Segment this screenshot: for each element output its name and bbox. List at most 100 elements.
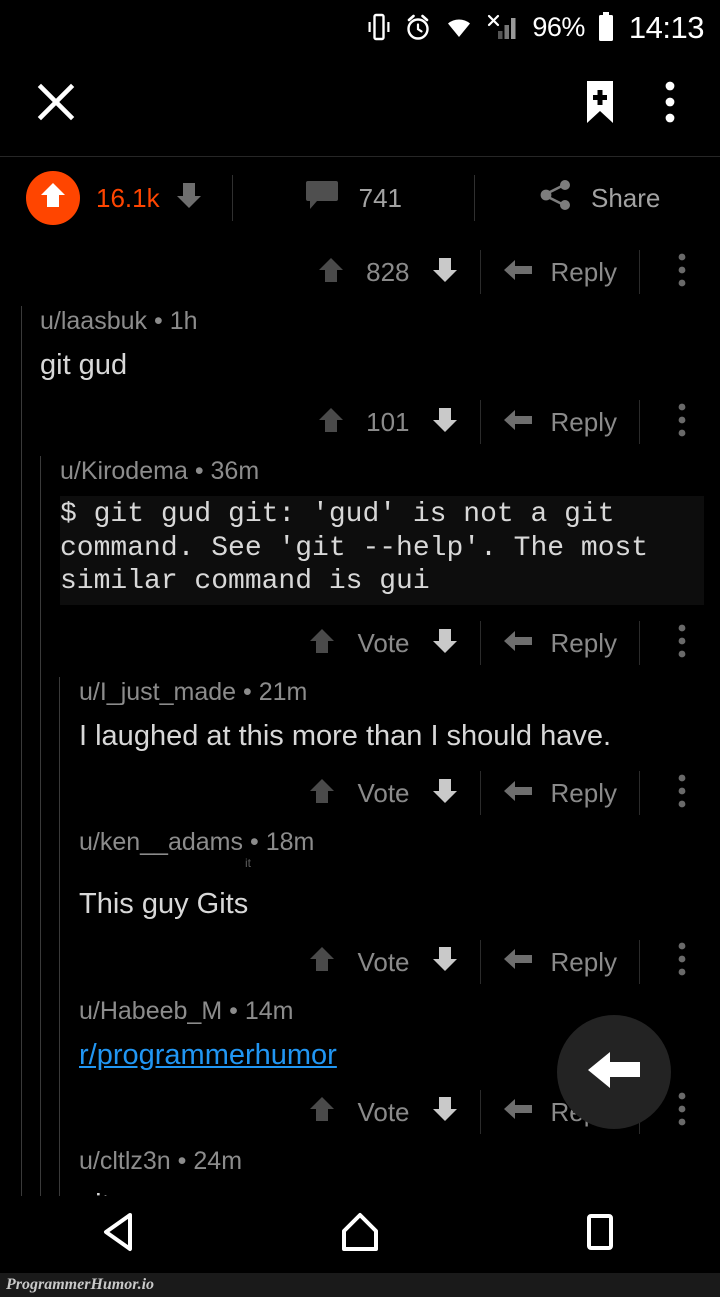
overflow-menu-icon — [678, 624, 686, 663]
status-bar: 96% 14:13 — [0, 0, 720, 54]
comment-meta: u/Kirodema • 36m — [60, 456, 704, 496]
meta-separator: • — [243, 678, 252, 707]
comment-text: git gud — [40, 349, 128, 381]
downvote-button[interactable] — [432, 777, 458, 810]
comment-actions-row: 828 Reply — [0, 238, 720, 306]
close-button[interactable] — [28, 76, 84, 132]
overflow-menu-icon — [678, 403, 686, 442]
toolbar-overflow-button[interactable] — [642, 76, 698, 132]
upvote-button[interactable] — [309, 777, 335, 810]
reply-button[interactable]: Reply — [503, 407, 617, 438]
vibrate-icon — [366, 12, 392, 42]
upvote-button[interactable] — [318, 256, 344, 289]
alarm-icon — [404, 12, 432, 42]
comment-meta: u/laasbuk • 1h — [40, 306, 700, 346]
comment-score: 828 — [366, 257, 410, 287]
reply-arrow-icon — [503, 946, 533, 977]
comment-age: 1h — [169, 307, 198, 335]
comment-author[interactable]: u/I_just_made — [79, 678, 236, 706]
save-post-button[interactable] — [572, 76, 628, 132]
comment-body: u/I_just_made • 21m I laughed at this mo… — [0, 677, 720, 759]
comment-age: 36m — [210, 457, 260, 486]
vote-group: Vote — [309, 627, 457, 660]
comment-author[interactable]: u/ken__adams — [79, 828, 243, 856]
post-upvote-button[interactable] — [26, 170, 80, 225]
comment-overflow-button[interactable] — [662, 1092, 702, 1131]
comment-overflow-button[interactable] — [662, 774, 702, 813]
comment-age: 24m — [193, 1146, 243, 1175]
comment-score[interactable]: Vote — [357, 1099, 409, 1125]
comment-score[interactable]: Vote — [357, 630, 409, 656]
action-divider — [639, 621, 640, 666]
app-toolbar — [0, 54, 720, 154]
nav-home-button[interactable] — [240, 1210, 480, 1259]
reply-button[interactable]: Reply — [503, 946, 617, 977]
cell-signal-no-service-icon — [486, 13, 520, 41]
post-action-bar: 16.1k 741 Share — [0, 156, 720, 238]
comment-item[interactable]: u/laasbuk • 1h git gud 101 Reply — [0, 306, 720, 457]
comment-body: u/laasbuk • 1h git gud — [0, 306, 720, 388]
downvote-button[interactable] — [432, 406, 458, 439]
comment-overflow-button[interactable] — [662, 253, 702, 292]
downvote-button[interactable] — [432, 945, 458, 978]
downvote-button[interactable] — [432, 1095, 458, 1128]
comment-author[interactable]: u/laasbuk — [40, 307, 147, 335]
comment-item[interactable]: u/I_just_made • 21m I laughed at this mo… — [0, 677, 720, 828]
comment-bubble-icon — [305, 179, 339, 216]
post-share-button[interactable]: Share — [539, 157, 660, 238]
action-divider — [479, 771, 481, 816]
comment-item[interactable]: u/ken__adams • 18m it This guy Gits Vote — [0, 827, 720, 996]
meta-separator: • — [249, 828, 259, 857]
action-divider — [479, 1089, 481, 1134]
comment-meta: u/ken__adams • 18m — [79, 827, 704, 867]
subreddit-link[interactable]: r/programmerhumor — [79, 1039, 337, 1071]
comment-overflow-button[interactable] — [662, 942, 702, 981]
comment-code-block: $ git gud git: 'gud' is not a git comman… — [60, 496, 704, 606]
share-icon — [539, 179, 573, 216]
comment-author[interactable]: u/cltlz3n — [79, 1147, 171, 1175]
comment-item[interactable]: u/cltlz3n • 24m git gooey Vote — [0, 1145, 720, 1196]
nav-recents-button[interactable] — [480, 1210, 720, 1259]
vote-group: Vote — [309, 945, 457, 978]
post-comments-button[interactable]: 741 — [305, 157, 402, 238]
upvote-button[interactable] — [309, 1095, 335, 1128]
vote-group: Vote — [309, 1095, 457, 1128]
action-divider — [479, 621, 481, 666]
post-bar-divider-2 — [474, 174, 475, 221]
watermark-bar: ProgrammerHumor.io — [0, 1273, 720, 1297]
nav-back-button[interactable] — [0, 1210, 240, 1259]
reply-button[interactable]: Reply — [503, 628, 617, 659]
action-divider — [639, 939, 640, 984]
vote-group: 101 — [318, 406, 457, 439]
overflow-menu-icon — [678, 1092, 686, 1131]
reply-back-arrow-icon — [586, 1046, 642, 1099]
back-to-parent-fab[interactable] — [557, 1015, 671, 1129]
action-divider — [479, 250, 481, 294]
overflow-menu-icon — [678, 253, 686, 292]
downvote-button[interactable] — [432, 256, 458, 289]
action-divider — [479, 939, 481, 984]
comment-author[interactable]: u/Habeeb_M — [79, 997, 222, 1025]
post-downvote-button[interactable] — [176, 180, 202, 215]
action-bar-c3: Vote Reply — [0, 759, 720, 827]
comment-item[interactable]: u/Kirodema • 36m $ git gud git: 'gud' is… — [0, 456, 720, 678]
upvote-button[interactable] — [309, 945, 335, 978]
comment-score[interactable]: Vote — [357, 780, 409, 806]
upvote-button[interactable] — [318, 406, 344, 439]
comment-overflow-button[interactable] — [662, 403, 702, 442]
comment-age: 18m — [265, 828, 315, 857]
action-bar-c2: Vote Reply — [0, 609, 720, 677]
stray-text-fragment: it — [245, 856, 251, 871]
reply-arrow-icon — [503, 407, 533, 438]
downvote-button[interactable] — [432, 627, 458, 660]
close-icon — [35, 81, 77, 128]
comment-body: u/cltlz3n • 24m git gooey — [0, 1146, 720, 1196]
comment-overflow-button[interactable] — [662, 624, 702, 663]
meta-separator: • — [229, 996, 238, 1025]
reply-button[interactable]: Reply — [503, 257, 617, 288]
reply-button[interactable]: Reply — [503, 778, 617, 809]
comment-score[interactable]: Vote — [357, 949, 409, 975]
upvote-button[interactable] — [309, 627, 335, 660]
comment-author[interactable]: u/Kirodema — [60, 457, 188, 485]
battery-percent-label: 96% — [532, 11, 585, 42]
